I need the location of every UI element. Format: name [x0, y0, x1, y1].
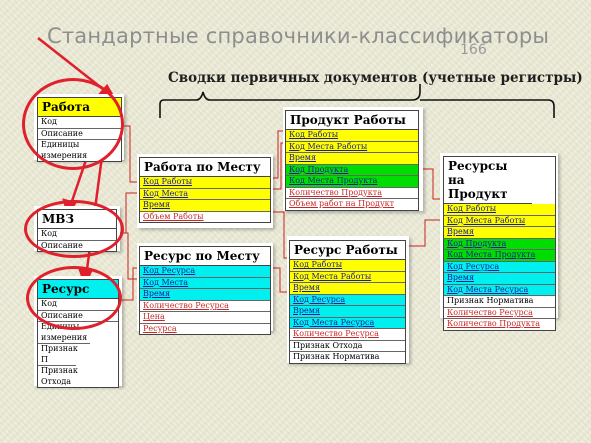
table-row: Объем работ на Продукт	[286, 199, 418, 210]
table-row: Код Места Продукта	[286, 176, 418, 188]
table-row: Количество Ресурса	[290, 329, 405, 341]
highlight-ring-rabota	[22, 78, 124, 170]
table-row: Код Работы	[140, 177, 270, 189]
table-row: Объем Работы	[140, 211, 270, 222]
table-resurs-raboty: Ресурс Работы Код Работы Код Места Работ…	[289, 240, 406, 364]
table-header: Работа по Месту	[140, 158, 270, 177]
table-row: Время	[444, 273, 555, 285]
table-row: Признак Норматива	[290, 352, 405, 363]
table-row: Код Работы	[290, 260, 405, 272]
table-header: Ресурсы на Продукт	[444, 157, 532, 204]
table-row: Код Места Продукта	[444, 250, 555, 262]
slide-subtitle: Сводки первичных документов (учетные рег…	[168, 70, 583, 86]
table-row: Признак Отхода	[290, 340, 405, 352]
table-row: Код Ресурса	[140, 266, 270, 278]
connector-resurs-raboty-to-resursy	[406, 219, 443, 247]
table-row: Время	[290, 306, 405, 318]
table-row: Время	[140, 200, 270, 212]
table-row: Код Места	[140, 188, 270, 200]
table-row: Код Места Работы	[444, 215, 555, 227]
table-row: Время	[290, 283, 405, 295]
table-row: Код Места Работы	[286, 141, 418, 153]
table-resursy-na-produkt: Ресурсы на Продукт Код Работы Код Места …	[443, 156, 556, 331]
table-row: Цена	[140, 312, 270, 324]
table-row: Признак Норматива	[444, 296, 555, 308]
table-header: Ресурс Работы	[290, 241, 405, 260]
table-row: Код Продукта	[444, 238, 555, 250]
table-row: Код Места Ресурса	[290, 317, 405, 329]
table-header: Ресурс по Месту	[140, 247, 270, 266]
table-row: Код Места	[140, 277, 270, 289]
table-row: Ресурса	[140, 323, 270, 334]
table-row: Код Работы	[444, 204, 555, 216]
table-header: Продукт Работы	[286, 111, 418, 130]
table-row: Код Места Работы	[290, 271, 405, 283]
table-row: Код Ресурса	[444, 261, 555, 273]
table-row: Признак П	[38, 344, 78, 366]
highlight-ring-mvz	[24, 200, 124, 258]
table-row: Код Ресурса	[290, 294, 405, 306]
table-row: Код Места Ресурса	[444, 284, 555, 296]
table-row: Код Работы	[286, 130, 418, 142]
table-row: Количество Продукта	[286, 187, 418, 199]
table-row: Признак Отхода	[38, 366, 84, 387]
table-row: Количество Ресурса	[140, 300, 270, 312]
highlight-ring-resurs	[26, 266, 122, 330]
table-produkt-raboty: Продукт Работы Код Работы Код Места Рабо…	[285, 110, 419, 211]
table-row: Время	[286, 153, 418, 165]
table-resurs-po-mestu: Ресурс по Месту Код Ресурса Код Места Вр…	[139, 246, 271, 335]
table-rabota-po-mestu: Работа по Месту Код Работы Код Места Вре…	[139, 157, 271, 223]
table-row: Время	[140, 289, 270, 301]
table-row: Количество Продукта	[444, 319, 555, 330]
table-row: Время	[444, 227, 555, 239]
table-row: Количество Ресурса	[444, 307, 555, 319]
table-row: Код Продукта	[286, 164, 418, 176]
